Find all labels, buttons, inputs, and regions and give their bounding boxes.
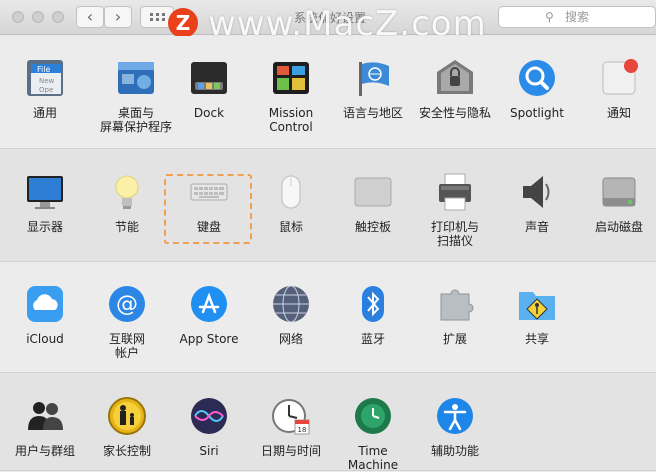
pane-label: iCloud — [26, 332, 64, 346]
icloud-icon — [25, 284, 65, 324]
pane-label: 蓝牙 — [360, 332, 385, 346]
pane-label: 语言与地区 — [342, 106, 403, 120]
accessibility-icon — [435, 396, 475, 436]
pane-network[interactable]: 网络 — [250, 284, 332, 346]
pane-label: 互联网 帐户 — [108, 332, 145, 360]
pane-label: 打印机与 扫描仪 — [430, 220, 479, 248]
pane-label: Spotlight — [510, 106, 564, 120]
sharing-icon — [517, 284, 557, 324]
pane-label: 用户与群组 — [14, 444, 75, 458]
app-store-icon — [189, 284, 229, 324]
pane-internet-accounts[interactable]: @ 互联网 帐户 — [86, 284, 168, 360]
sound-icon — [517, 172, 557, 212]
display-icon — [25, 172, 65, 212]
internet-accounts-icon: @ — [107, 284, 147, 324]
pane-label: 启动磁盘 — [594, 220, 643, 234]
pane-label: 日期与时间 — [260, 444, 321, 458]
pane-label: 网络 — [278, 332, 303, 346]
extensions-icon — [435, 284, 475, 324]
pane-label: 辅助功能 — [430, 444, 479, 458]
pane-desktop-screensaver[interactable]: 桌面与 屏幕保护程序 — [95, 58, 177, 134]
svg-text:@: @ — [116, 292, 138, 317]
pane-label: 家长控制 — [102, 444, 151, 458]
forward-button[interactable]: › — [104, 6, 132, 28]
pane-parental-controls[interactable]: 家长控制 — [86, 396, 168, 458]
time-machine-icon — [353, 396, 393, 436]
siri-icon — [189, 396, 229, 436]
mission-control-icon — [271, 58, 311, 98]
pane-spotlight[interactable]: Spotlight — [496, 58, 578, 120]
pane-mouse[interactable]: 鼠标 — [250, 172, 332, 234]
pane-sound[interactable]: 声音 — [496, 172, 578, 234]
pane-label: 共享 — [524, 332, 549, 346]
security-icon — [435, 58, 475, 98]
pane-label: 通用 — [32, 106, 57, 120]
pane-time-machine[interactable]: Time Machine — [332, 396, 414, 472]
pane-label: Mission Control — [268, 106, 314, 134]
pane-extensions[interactable]: 扩展 — [414, 284, 496, 346]
pane-date-time[interactable]: 18 日期与时间 — [250, 396, 332, 458]
pane-label: Siri — [199, 444, 219, 458]
printer-icon — [435, 172, 475, 212]
pane-accessibility[interactable]: 辅助功能 — [414, 396, 496, 458]
search-icon: ⚲ — [545, 10, 554, 24]
pane-label: 鼠标 — [278, 220, 303, 234]
spotlight-icon — [517, 58, 557, 98]
pane-sharing[interactable]: 共享 — [496, 284, 578, 346]
pane-label: 通知 — [606, 106, 631, 120]
pane-trackpad[interactable]: 触控板 — [332, 172, 414, 234]
close-window-button[interactable] — [12, 11, 24, 23]
pane-language-region[interactable]: 语言与地区 — [332, 58, 414, 120]
pane-general[interactable]: File New Ope 通用 — [4, 58, 86, 120]
pane-siri[interactable]: Siri — [168, 396, 250, 458]
pane-energy-saver[interactable]: 节能 — [86, 172, 168, 234]
svg-text:File: File — [37, 65, 50, 74]
minimize-window-button[interactable] — [32, 11, 44, 23]
pane-label: 节能 — [114, 220, 139, 234]
date-time-icon: 18 — [271, 396, 311, 436]
pane-dock[interactable]: Dock — [168, 58, 250, 120]
dock-icon — [189, 58, 229, 98]
trackpad-icon — [353, 172, 393, 212]
svg-text:18: 18 — [298, 426, 307, 434]
pane-security-privacy[interactable]: 安全性与隐私 — [414, 58, 496, 120]
search-placeholder: 搜索 — [565, 10, 590, 24]
svg-text:Ope: Ope — [39, 86, 53, 94]
pane-mission-control[interactable]: Mission Control — [250, 58, 332, 134]
svg-text:New: New — [39, 77, 55, 85]
pane-label: 安全性与隐私 — [418, 106, 491, 120]
bluetooth-icon — [353, 284, 393, 324]
pane-label: 触控板 — [354, 220, 391, 234]
pane-label: Time Machine — [347, 444, 399, 472]
search-field[interactable]: ⚲ 搜索 — [498, 6, 656, 28]
pane-bluetooth[interactable]: 蓝牙 — [332, 284, 414, 346]
desktop-icon — [116, 58, 156, 98]
pane-label: 声音 — [524, 220, 549, 234]
keyboard-highlight-frame — [164, 174, 252, 244]
network-icon — [271, 284, 311, 324]
parental-controls-icon — [107, 396, 147, 436]
watermark-logo-icon: Z — [168, 8, 198, 38]
pane-label: App Store — [179, 332, 239, 346]
pane-app-store[interactable]: App Store — [168, 284, 250, 346]
pane-displays[interactable]: 显示器 — [4, 172, 86, 234]
mouse-icon — [271, 172, 311, 212]
notifications-icon — [599, 58, 639, 98]
pane-printers-scanners[interactable]: 打印机与 扫描仪 — [414, 172, 496, 248]
general-icon: File New Ope — [25, 58, 65, 98]
pane-label: Dock — [193, 106, 225, 120]
pane-icloud[interactable]: iCloud — [4, 284, 86, 346]
pane-label: 桌面与 屏幕保护程序 — [99, 106, 172, 134]
pane-notifications[interactable]: 通知 — [578, 58, 656, 120]
pane-users-groups[interactable]: 用户与群组 — [4, 396, 86, 458]
startup-disk-icon — [599, 172, 639, 212]
pane-startup-disk[interactable]: 启动磁盘 — [578, 172, 656, 234]
pane-label: 显示器 — [26, 220, 63, 234]
users-icon — [25, 396, 65, 436]
language-icon — [353, 58, 393, 98]
energy-icon — [107, 172, 147, 212]
back-button[interactable]: ‹ — [76, 6, 104, 28]
pane-label: 扩展 — [442, 332, 467, 346]
zoom-window-button[interactable] — [52, 11, 64, 23]
